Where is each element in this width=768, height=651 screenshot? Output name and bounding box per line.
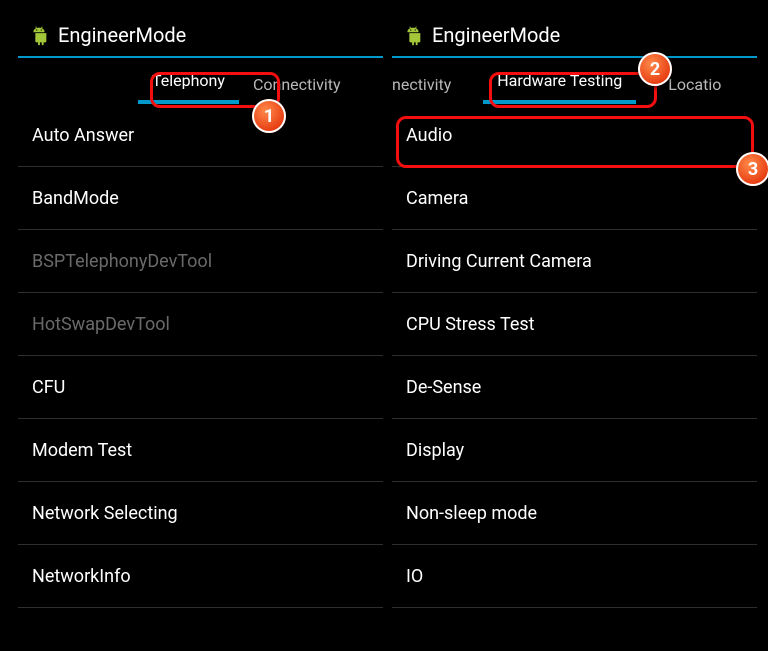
list-item-label: Modem Test [32, 440, 132, 461]
list-item-label: CFU [32, 377, 65, 398]
list-item-network-selecting[interactable]: Network Selecting [18, 482, 383, 545]
list-item-audio[interactable]: Audio [392, 104, 757, 167]
list-item-auto-answer[interactable]: Auto Answer [18, 104, 383, 167]
list-item-label: De-Sense [406, 377, 481, 398]
list-item-bsptelephonydevtool: BSPTelephonyDevTool [18, 230, 383, 293]
list-item-networkinfo[interactable]: NetworkInfo [18, 545, 383, 608]
list-item-label: Camera [406, 188, 468, 209]
screenshot-left: EngineerMode Telephony Connectivity Auto… [18, 14, 383, 636]
tab-hardware-testing[interactable]: Hardware Testing [483, 61, 636, 104]
list-item-io[interactable]: IO [392, 545, 757, 608]
list-item-de-sense[interactable]: De-Sense [392, 356, 757, 419]
list-item-label: Display [406, 440, 464, 461]
list-item-label: Driving Current Camera [406, 251, 592, 272]
screenshot-right: EngineerMode nectivity Hardware Testing … [392, 14, 757, 636]
list-item-label: Non-sleep mode [406, 503, 537, 524]
list-item-label: IO [406, 566, 423, 587]
tab-telephony[interactable]: Telephony [138, 61, 239, 104]
list-item-label: BandMode [32, 188, 119, 209]
tab-strip[interactable]: Telephony Connectivity [18, 58, 383, 104]
list-item-driving-current-camera[interactable]: Driving Current Camera [392, 230, 757, 293]
android-icon [28, 24, 50, 46]
tab-connectivity[interactable]: Connectivity [239, 65, 355, 104]
app-title: EngineerMode [58, 23, 186, 47]
titlebar: EngineerMode [392, 14, 757, 56]
list-item-label: Network Selecting [32, 503, 178, 524]
tab-strip[interactable]: nectivity Hardware Testing Locatio [392, 58, 757, 104]
list-item-modem-test[interactable]: Modem Test [18, 419, 383, 482]
option-list[interactable]: Audio Camera Driving Current Camera CPU Str… [392, 104, 757, 608]
list-item-cfu[interactable]: CFU [18, 356, 383, 419]
list-item-label: HotSwapDevTool [32, 314, 170, 335]
list-item-label: Auto Answer [32, 125, 134, 146]
list-item-label: CPU Stress Test [406, 314, 535, 335]
tab-location-partial[interactable]: Locatio [654, 65, 735, 104]
list-item-camera[interactable]: Camera [392, 167, 757, 230]
list-item-non-sleep-mode[interactable]: Non-sleep mode [392, 482, 757, 545]
list-item-label: NetworkInfo [32, 566, 131, 587]
app-title: EngineerMode [432, 23, 560, 47]
list-item-display[interactable]: Display [392, 419, 757, 482]
list-item-label: BSPTelephonyDevTool [32, 251, 212, 272]
list-item-bandmode[interactable]: BandMode [18, 167, 383, 230]
tab-connectivity-partial[interactable]: nectivity [392, 65, 465, 104]
list-item-hotswapdevtool: HotSwapDevTool [18, 293, 383, 356]
list-item-cpu-stress-test[interactable]: CPU Stress Test [392, 293, 757, 356]
option-list[interactable]: Auto Answer BandMode BSPTelephonyDevTool Ho… [18, 104, 383, 608]
titlebar: EngineerMode [18, 14, 383, 56]
list-item-label: Audio [406, 125, 452, 146]
android-icon [402, 24, 424, 46]
